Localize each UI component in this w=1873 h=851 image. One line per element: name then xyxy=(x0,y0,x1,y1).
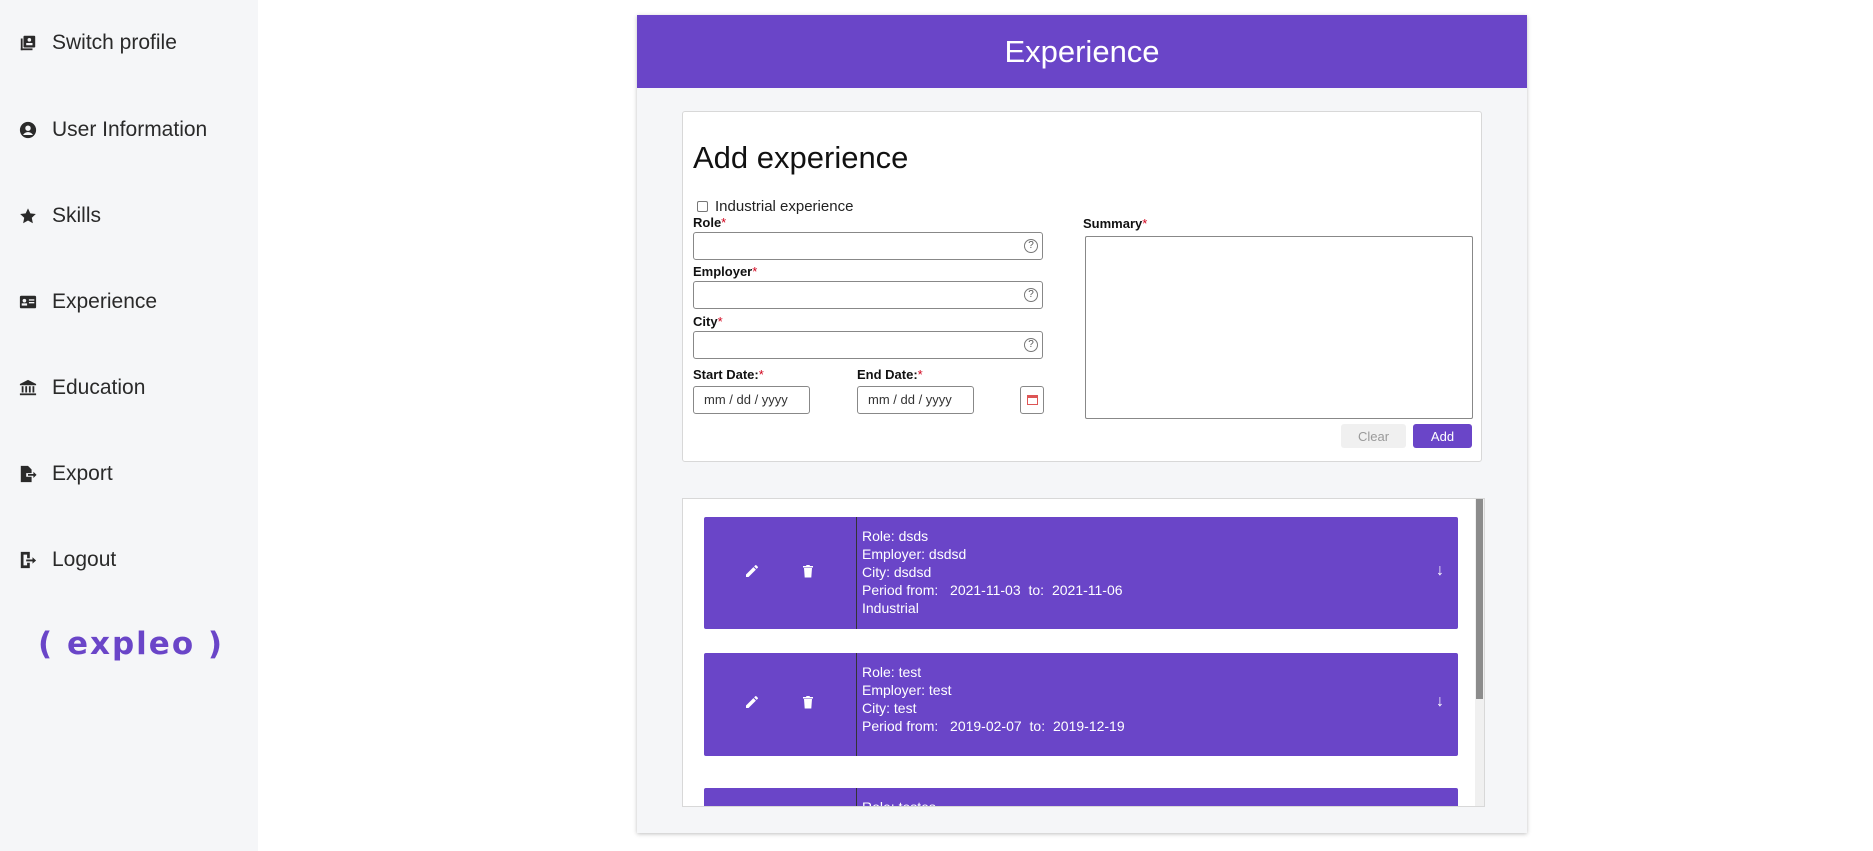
sidebar-item-label: User Information xyxy=(52,118,208,141)
experience-list: Role: dsds Employer: dsdsd City: dsdsd P… xyxy=(682,498,1485,807)
sidebar-item-label: Logout xyxy=(52,548,117,571)
sidebar-item-export[interactable]: Export xyxy=(18,454,113,494)
delete-button[interactable] xyxy=(800,563,816,584)
id-card-icon xyxy=(18,292,38,312)
switch-profile-icon xyxy=(18,33,38,53)
industrial-experience-row: Industrial experience xyxy=(697,198,853,215)
edit-button[interactable] xyxy=(744,563,760,584)
employer-input[interactable]: ? xyxy=(693,281,1043,309)
expand-arrow-icon[interactable]: ↓ xyxy=(1436,562,1444,580)
help-icon[interactable]: ? xyxy=(1024,288,1038,302)
logout-icon xyxy=(18,550,38,570)
summary-textarea[interactable] xyxy=(1085,236,1473,419)
institution-icon xyxy=(18,378,38,398)
experience-period: Period from: 2021-11-03 to: 2021-11-06 xyxy=(862,582,1123,598)
sidebar-item-label: Export xyxy=(52,462,113,485)
experience-item: Role: dsds Employer: dsdsd City: dsdsd P… xyxy=(704,517,1458,629)
pencil-icon xyxy=(746,564,759,577)
sidebar-item-user-information[interactable]: User Information xyxy=(18,110,207,150)
sidebar-item-experience[interactable]: Experience xyxy=(18,282,157,322)
industrial-experience-label: Industrial experience xyxy=(715,198,854,215)
sidebar-item-label: Skills xyxy=(52,204,102,227)
experience-city: City: dsdsd xyxy=(862,564,932,580)
edit-button[interactable] xyxy=(744,694,760,715)
experience-role: Role: testes xyxy=(862,799,936,807)
list-scrollbar-thumb[interactable] xyxy=(1476,499,1483,699)
page-title: Experience xyxy=(1004,33,1160,69)
calendar-button[interactable] xyxy=(1020,386,1044,414)
add-button[interactable]: Add xyxy=(1413,424,1472,448)
sidebar-item-label: Education xyxy=(52,376,146,399)
list-scrollbar[interactable] xyxy=(1475,499,1484,806)
experience-employer: Employer: test xyxy=(862,682,952,698)
city-label: City* xyxy=(693,314,723,329)
industrial-experience-checkbox[interactable] xyxy=(697,201,708,212)
city-input[interactable]: ? xyxy=(693,331,1043,359)
start-date-label: Start Date:* xyxy=(693,367,764,382)
trash-icon xyxy=(803,564,813,577)
expand-arrow-icon[interactable]: ↓ xyxy=(1436,693,1444,711)
experience-details: Role: testes xyxy=(857,788,1458,807)
experience-period: Period from: 2019-02-07 to: 2019-12-19 xyxy=(862,718,1125,734)
experience-item: Role: testes xyxy=(704,788,1458,807)
experience-type: Industrial xyxy=(862,600,919,616)
page-header: Experience xyxy=(637,15,1527,88)
sidebar-item-education[interactable]: Education xyxy=(18,368,145,408)
experience-actions xyxy=(704,788,857,806)
sidebar-item-skills[interactable]: Skills xyxy=(18,196,101,236)
experience-employer: Employer: dsdsd xyxy=(862,546,967,562)
experience-details: Role: test Employer: test City: test Per… xyxy=(857,653,1458,756)
employer-label: Employer* xyxy=(693,264,758,279)
experience-role: Role: dsds xyxy=(862,528,929,544)
export-icon xyxy=(18,464,38,484)
sidebar-item-logout[interactable]: Logout xyxy=(18,540,116,580)
trash-icon xyxy=(803,696,813,709)
calendar-icon xyxy=(1026,395,1038,405)
start-date-input[interactable]: mm / dd / yyyy xyxy=(693,386,810,414)
end-date-input[interactable]: mm / dd / yyyy xyxy=(857,386,974,414)
add-experience-form: Add experience Industrial experience Rol… xyxy=(682,111,1482,462)
end-date-label: End Date:* xyxy=(857,367,923,382)
help-icon[interactable]: ? xyxy=(1024,338,1038,352)
experience-details: Role: dsds Employer: dsdsd City: dsdsd P… xyxy=(857,517,1458,629)
clear-button[interactable]: Clear xyxy=(1341,424,1406,448)
sidebar-item-switch-profile[interactable]: Switch profile xyxy=(18,23,177,63)
help-icon[interactable]: ? xyxy=(1024,239,1038,253)
experience-actions xyxy=(704,653,857,756)
experience-actions xyxy=(704,517,857,629)
pencil-icon xyxy=(746,695,759,708)
experience-city: City: test xyxy=(862,700,917,716)
expleo-logo: ( expleo ) xyxy=(38,626,225,662)
user-icon xyxy=(18,120,38,140)
summary-label: Summary* xyxy=(1083,216,1148,231)
sidebar: Switch profile User Information Skills E… xyxy=(0,0,258,851)
role-input[interactable]: ? xyxy=(693,232,1043,260)
star-icon xyxy=(18,206,38,226)
sidebar-item-label: Experience xyxy=(52,290,158,313)
role-label: Role* xyxy=(693,215,727,230)
delete-button[interactable] xyxy=(800,694,816,715)
experience-panel: Experience Add experience Industrial exp… xyxy=(637,15,1527,833)
form-title: Add experience xyxy=(693,140,909,175)
experience-role: Role: test xyxy=(862,664,922,680)
experience-item: Role: test Employer: test City: test Per… xyxy=(704,653,1458,756)
sidebar-item-label: Switch profile xyxy=(52,31,177,54)
